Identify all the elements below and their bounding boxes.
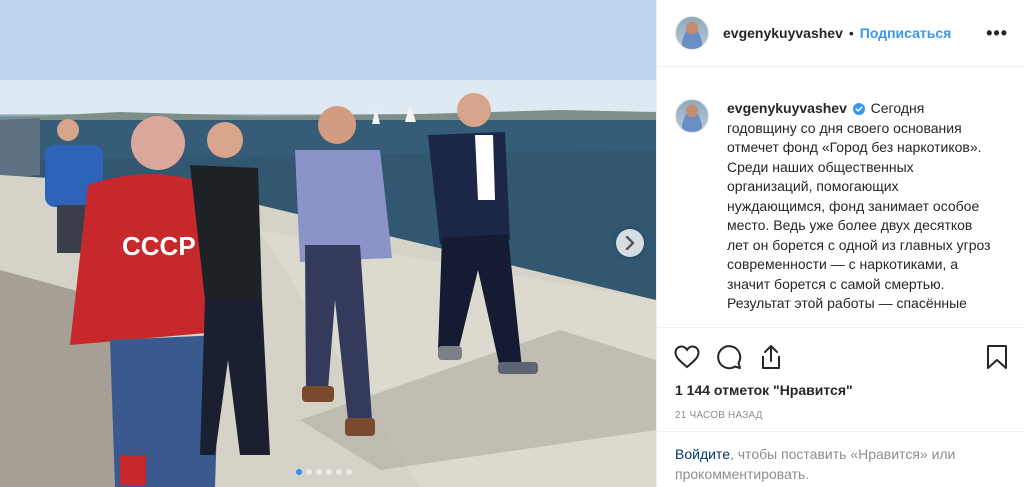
caption: evgenykuyvashev Сегодня годовщину со дня… [727,99,992,329]
heart-icon [674,345,700,369]
save-button[interactable] [983,343,1011,371]
like-button[interactable] [673,343,701,371]
comment-icon [717,345,742,370]
bookmark-icon [987,345,1007,369]
header-username[interactable]: evgenykuyvashev [723,25,843,41]
carousel-indicator [296,469,352,475]
share-icon [762,345,780,369]
carousel-dot [336,469,342,475]
svg-text:CCCP: CCCP [122,231,196,261]
post-timestamp[interactable]: 21 часов назад [657,410,1024,421]
post-actions-section: 1 144 отметок "Нравится" 21 часов назад [657,327,1024,421]
avatar[interactable] [675,99,709,133]
next-slide-button[interactable] [616,229,644,257]
verified-badge-icon [852,103,865,115]
carousel-dot [316,469,322,475]
carousel-dot [306,469,312,475]
login-link[interactable]: Войдите [675,446,730,462]
share-button[interactable] [757,343,785,371]
action-bar [657,328,1024,386]
login-prompt: Войдите, чтобы поставить «Нравится» или … [657,431,1024,487]
more-options-icon[interactable]: ••• [986,23,1008,44]
post-side-panel: evgenykuyvashev • Подписаться ••• evgeny… [656,0,1024,487]
carousel-dot [296,469,302,475]
likes-count[interactable]: 1 144 отметок "Нравится" [657,382,1024,398]
caption-section: evgenykuyvashev Сегодня годовщину со дня… [657,67,1024,329]
chevron-right-icon [625,236,635,250]
caption-username[interactable]: evgenykuyvashev [727,100,847,116]
carousel-dot [346,469,352,475]
comment-button[interactable] [715,343,743,371]
post-photo[interactable]: CCCP [0,0,656,487]
caption-body: Сегодня годовщину со дня своего основани… [727,100,991,311]
photo-scene: CCCP [0,0,656,487]
post-header: evgenykuyvashev • Подписаться ••• [657,0,1024,67]
avatar[interactable] [675,16,709,50]
carousel-dot [326,469,332,475]
follow-button[interactable]: Подписаться [860,25,952,41]
header-separator: • [848,25,854,41]
